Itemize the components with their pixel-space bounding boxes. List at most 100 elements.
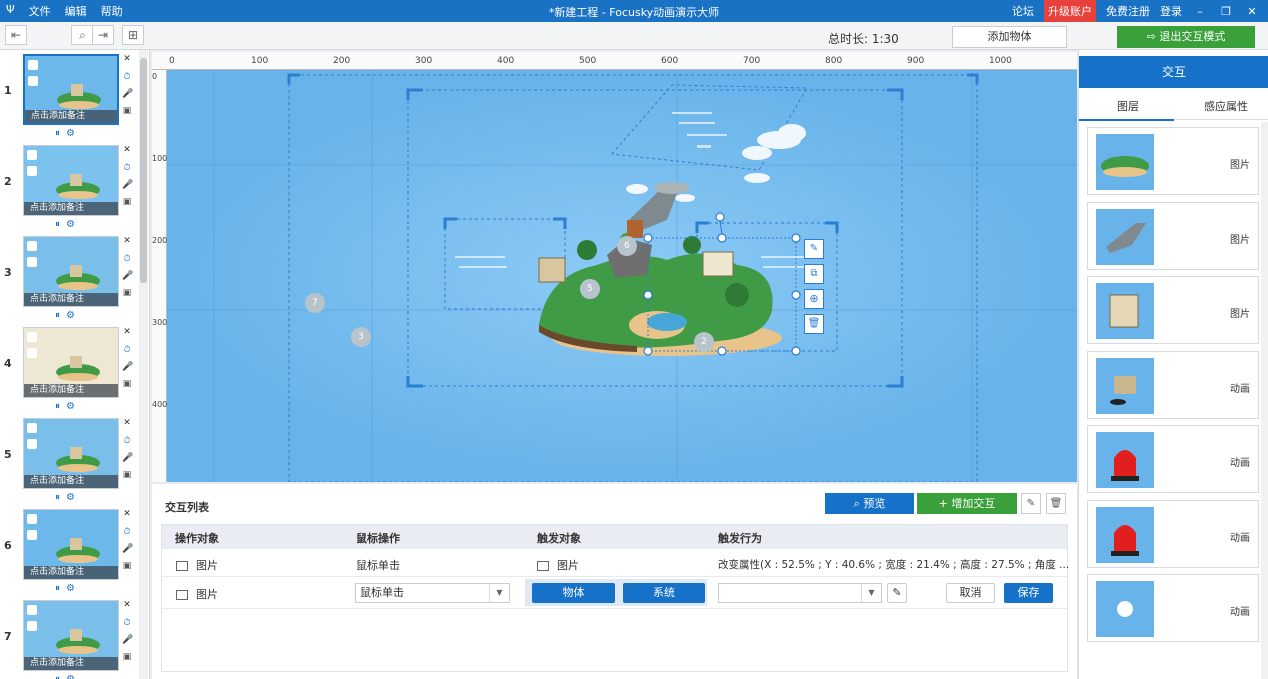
path-marker[interactable]: 5 [580, 279, 600, 299]
layer-item[interactable]: 图片 [1087, 201, 1259, 270]
pause-icon[interactable]: ⏸ [55, 219, 60, 230]
timer-icon[interactable]: ⏱ [122, 72, 132, 82]
close-icon[interactable]: ✕ [122, 509, 132, 519]
microphone-icon[interactable]: 🎤 [122, 544, 133, 554]
slide-preview[interactable]: 点击添加备注 [23, 327, 119, 398]
path-marker[interactable]: 6 [617, 236, 637, 256]
timer-icon[interactable]: ⏱ [122, 618, 132, 628]
slide-thumbnail-item[interactable]: 1 点击添加备注 ✕ ⏱ 🎤 ▣ ⏸ ⚙ [0, 50, 140, 141]
path-marker[interactable]: 3 [351, 327, 371, 347]
gear-icon[interactable]: ⚙ [66, 310, 75, 321]
add-interaction-button[interactable]: + 增加交互 [917, 493, 1017, 514]
microphone-icon[interactable]: 🎤 [122, 89, 133, 99]
slide-preview[interactable]: 点击添加备注 [23, 236, 119, 307]
trash-icon[interactable]: 🗑 [1046, 493, 1066, 514]
layer-item[interactable]: 动画 [1087, 574, 1259, 642]
timer-icon[interactable]: ⏱ [122, 345, 132, 355]
layer-item[interactable]: 动画 [1087, 350, 1259, 419]
pause-icon[interactable]: ⏸ [55, 310, 60, 321]
add-note-label[interactable]: 点击添加备注 [24, 657, 118, 670]
image-icon[interactable]: ▣ [122, 379, 132, 389]
timer-icon[interactable]: ⏱ [122, 436, 132, 446]
layer-item[interactable]: 动画 [1087, 425, 1259, 493]
microphone-icon[interactable]: 🎤 [122, 453, 133, 463]
add-note-label[interactable]: 点击添加备注 [24, 202, 118, 215]
tab-sensing-properties[interactable]: 感应属性 [1204, 98, 1248, 114]
path-marker[interactable]: 2 [694, 332, 714, 352]
minimize-icon[interactable]: – [1192, 5, 1208, 18]
slide-thumbnail-item[interactable]: 6 点击添加备注 ✕ ⏱ 🎤 ▣ ⏸ ⚙ [0, 505, 140, 596]
image-icon[interactable]: ▣ [122, 561, 132, 571]
scrollbar-thumb[interactable] [140, 58, 147, 283]
delete-icon[interactable]: 🗑 [804, 314, 824, 334]
gear-icon[interactable]: ⚙ [66, 492, 75, 503]
microphone-icon[interactable]: 🎤 [122, 635, 133, 645]
add-object-button[interactable]: 添加物体 [952, 26, 1067, 48]
slide-list-scrollbar[interactable] [139, 50, 148, 679]
pause-icon[interactable]: ⏸ [55, 674, 60, 679]
gear-icon[interactable]: ⚙ [66, 583, 75, 594]
add-note-label[interactable]: 点击添加备注 [25, 110, 117, 123]
close-icon[interactable]: ✕ [1244, 5, 1260, 18]
slide-preview[interactable]: 点击添加备注 [23, 145, 119, 216]
layer-item[interactable]: 动画 [1087, 499, 1259, 568]
gear-icon[interactable]: ⚙ [66, 674, 75, 679]
slide-preview[interactable]: 点击添加备注 [23, 418, 119, 489]
image-icon[interactable]: ▣ [122, 470, 132, 480]
timer-icon[interactable]: ⏱ [122, 254, 132, 264]
zoom-in-icon[interactable]: ⊕ [804, 289, 824, 309]
save-button[interactable]: 保存 [1004, 583, 1053, 603]
expand-right-icon[interactable]: ⇥ [92, 25, 114, 45]
slide-thumbnail-item[interactable]: 5 点击添加备注 ✕ ⏱ 🎤 ▣ ⏸ ⚙ [0, 414, 140, 505]
gear-icon[interactable]: ⚙ [66, 128, 75, 139]
close-icon[interactable]: ✕ [122, 54, 132, 64]
layer-item[interactable]: 图片 [1087, 276, 1259, 344]
gear-icon[interactable]: ⚙ [66, 401, 75, 412]
image-icon[interactable]: ▣ [122, 197, 132, 207]
pause-icon[interactable]: ⏸ [55, 492, 60, 503]
system-target-button[interactable]: 系统 [623, 583, 705, 603]
close-icon[interactable]: ✕ [122, 418, 132, 428]
timer-icon[interactable]: ⏱ [122, 527, 132, 537]
timer-icon[interactable]: ⏱ [122, 163, 132, 173]
layer-item[interactable]: 图片 [1087, 127, 1259, 195]
pause-icon[interactable]: ⏸ [55, 583, 60, 594]
microphone-icon[interactable]: 🎤 [122, 180, 133, 190]
pause-icon[interactable]: ⏸ [55, 128, 60, 139]
image-icon[interactable]: ▣ [122, 106, 132, 116]
close-icon[interactable]: ✕ [122, 236, 132, 246]
tab-layers[interactable]: 图层 [1117, 98, 1139, 114]
restore-icon[interactable]: ❐ [1218, 5, 1234, 18]
pause-icon[interactable]: ⏸ [55, 401, 60, 412]
gear-icon[interactable]: ⚙ [66, 219, 75, 230]
collapse-left-icon[interactable]: ⇤ [5, 25, 27, 45]
login-link[interactable]: 登录 [1160, 3, 1182, 19]
cancel-button[interactable]: 取消 [946, 583, 995, 603]
image-icon[interactable]: ▣ [122, 652, 132, 662]
preview-button[interactable]: ⌕ 预览 [825, 493, 914, 514]
path-marker[interactable]: 7 [305, 293, 325, 313]
upgrade-account-button[interactable]: 升级账户 [1044, 0, 1096, 22]
register-link[interactable]: 免费注册 [1106, 3, 1150, 19]
replace-image-icon[interactable]: ⧉ [804, 264, 824, 284]
table-row[interactable]: 图片 鼠标单击 图片 改变属性(X : 52.5% ; Y : 40.6% ; … [162, 549, 1069, 577]
layer-scrollbar[interactable] [1261, 122, 1268, 679]
close-icon[interactable]: ✕ [122, 327, 132, 337]
exit-interaction-mode-button[interactable]: ⇨ 退出交互模式 [1117, 26, 1255, 48]
slide-thumbnail-item[interactable]: 7 点击添加备注 ✕ ⏱ 🎤 ▣ ⏸ ⚙ [0, 596, 140, 679]
microphone-icon[interactable]: 🎤 [122, 362, 133, 372]
microphone-icon[interactable]: 🎤 [122, 271, 133, 281]
search-icon[interactable]: ⌕ [71, 25, 93, 45]
add-note-label[interactable]: 点击添加备注 [24, 384, 118, 397]
slide-preview[interactable]: 点击添加备注 [23, 600, 119, 671]
edit-image-icon[interactable]: ✎ [804, 239, 824, 259]
editing-canvas[interactable]: 7 3 6 5 2 ✎ ⧉ ⊕ 🗑 [167, 70, 1077, 482]
layout-icon[interactable]: ⊞ [122, 25, 144, 45]
slide-thumbnail-item[interactable]: 2 点击添加备注 ✕ ⏱ 🎤 ▣ ⏸ ⚙ [0, 141, 140, 232]
mouse-action-select[interactable]: 鼠标单击 ▼ [355, 583, 510, 603]
object-target-button[interactable]: 物体 [532, 583, 615, 603]
trigger-behavior-select[interactable]: ▼ [718, 583, 882, 603]
add-note-label[interactable]: 点击添加备注 [24, 475, 118, 488]
forum-link[interactable]: 论坛 [1012, 3, 1034, 19]
slide-preview[interactable]: 点击添加备注 [23, 54, 119, 125]
